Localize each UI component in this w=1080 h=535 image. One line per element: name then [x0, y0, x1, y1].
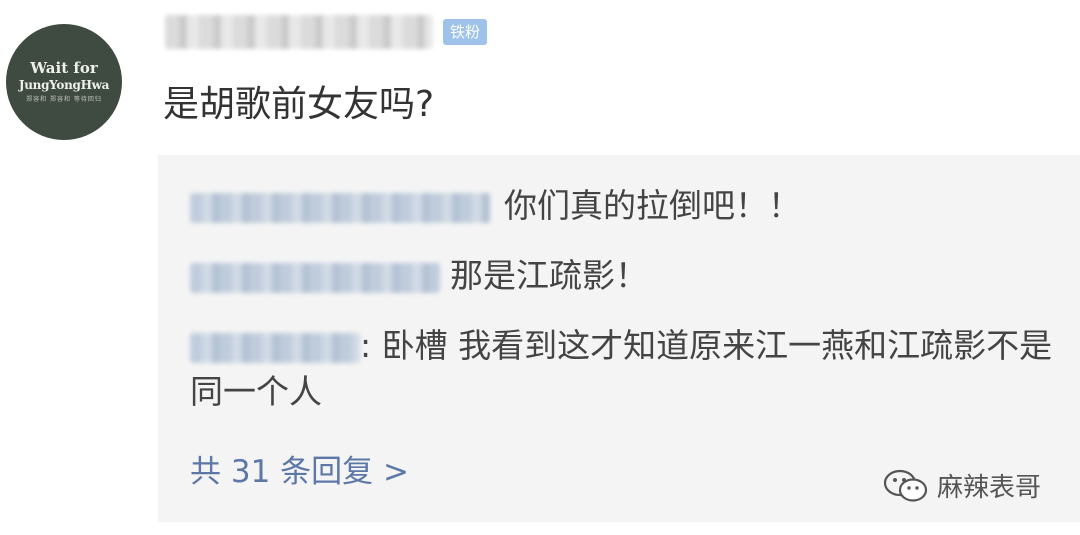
avatar[interactable]: Wait for JungYongHwa 郑容和 郑容和 等待回归	[6, 24, 122, 140]
reply-author-blurred[interactable]	[190, 263, 440, 293]
reply-item[interactable]: : 卧槽 我看到这才知道原来江一燕和江疏影不是同一个人	[190, 323, 1060, 415]
comment-text: 是胡歌前女友吗?	[163, 84, 435, 125]
fan-badge: 铁粉	[443, 19, 488, 45]
avatar-text-line1: Wait for	[30, 59, 98, 77]
reply-item[interactable]: 那是江疏影！	[190, 253, 648, 299]
reply-author-blurred[interactable]	[190, 193, 490, 223]
reply-text: 那是江疏影！	[450, 256, 648, 295]
view-all-replies-link[interactable]: 共 31 条回复 >	[190, 452, 409, 492]
avatar-text-line2: JungYongHwa	[18, 78, 110, 92]
avatar-text-line3: 郑容和 郑容和 等待回归	[26, 96, 102, 103]
watermark-text: 麻辣表哥	[937, 473, 1042, 503]
reply-author-blurred[interactable]	[190, 333, 360, 363]
wechat-icon	[883, 469, 928, 502]
username-row: 铁粉	[165, 14, 488, 50]
username-blurred[interactable]	[165, 15, 433, 49]
reply-text: 你们真的拉倒吧！！	[504, 186, 801, 225]
reply-item[interactable]: 你们真的拉倒吧！！	[190, 183, 801, 229]
watermark: 麻辣表哥	[883, 467, 1041, 504]
